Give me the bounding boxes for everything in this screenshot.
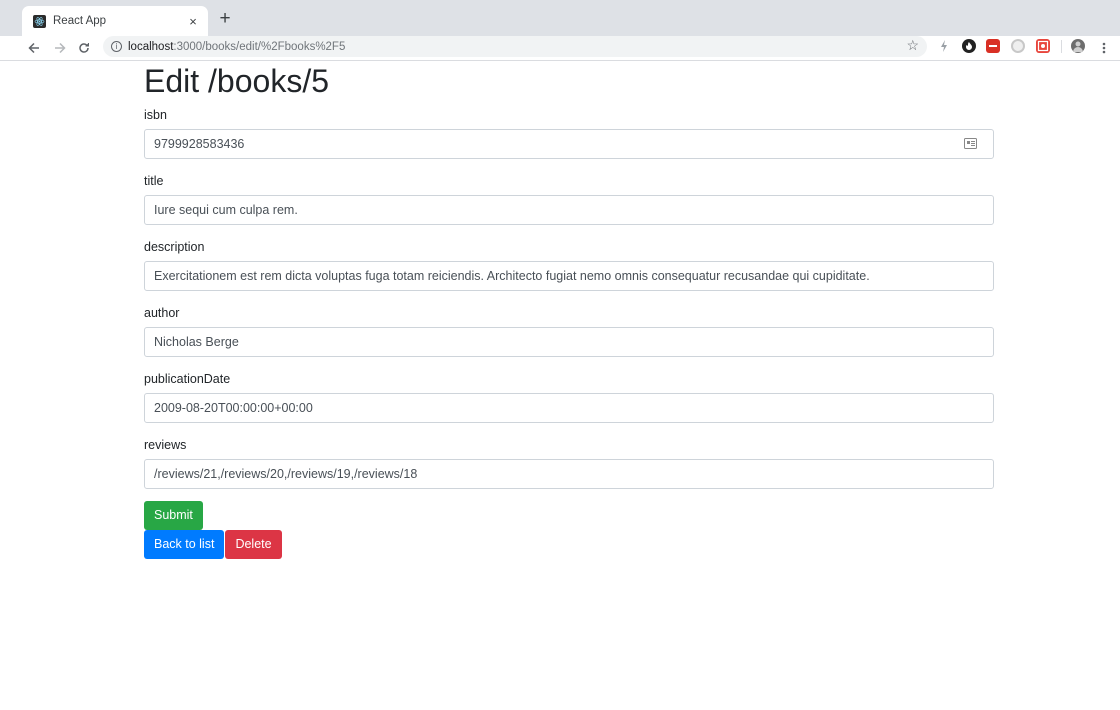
url-host: localhost [128,40,174,53]
url-path: :3000/books/edit/%2Fbooks%2F5 [173,40,346,53]
tab-close-icon[interactable]: × [186,15,200,28]
author-input[interactable] [144,327,994,357]
publication-date-input[interactable] [144,393,994,423]
tab-title: React App [53,15,107,27]
reviews-label: reviews [144,438,187,452]
title-field-group: title [144,174,994,225]
photo-extension-icon[interactable] [1036,39,1050,53]
red-extension-icon[interactable] [986,39,1000,53]
toolbar-divider [1061,40,1062,53]
publication-date-field-group: publicationDate [144,372,994,423]
autofill-card-icon[interactable] [964,138,977,149]
profile-avatar[interactable] [1071,39,1085,53]
description-field-group: description [144,240,994,291]
bolt-extension-icon[interactable] [937,39,951,53]
reviews-field-group: reviews [144,438,994,489]
new-tab-button[interactable]: + [218,9,232,28]
author-field-group: author [144,306,994,357]
browser-toolbar: i localhost:3000/books/edit/%2Fbooks%2F5… [0,36,1120,61]
info-icon[interactable]: i [111,41,122,52]
reviews-input[interactable] [144,459,994,489]
bookmark-star-icon[interactable]: ☆ [906,37,919,54]
description-label: description [144,240,205,254]
title-input[interactable] [144,195,994,225]
page-title: Edit /books/5 [144,63,329,99]
fire-extension-icon[interactable] [962,39,976,53]
publication-date-label: publicationDate [144,372,231,386]
isbn-label: isbn [144,108,167,122]
description-input[interactable] [144,261,994,291]
isbn-field-group: isbn [144,108,994,159]
circle-extension-icon[interactable] [1011,39,1025,53]
title-label: title [144,174,164,188]
address-bar[interactable]: i localhost:3000/books/edit/%2Fbooks%2F5… [103,36,927,57]
delete-button[interactable]: Delete [225,530,282,559]
react-favicon-icon [33,14,46,28]
isbn-input[interactable] [144,129,994,159]
menu-kebab-icon[interactable] [1094,38,1114,58]
back-to-list-button[interactable]: Back to list [144,530,225,559]
forward-arrow-icon[interactable] [50,38,70,58]
author-label: author [144,306,180,320]
back-arrow-icon[interactable] [24,38,44,58]
reload-icon[interactable] [74,38,94,58]
submit-button[interactable]: Submit [144,501,203,530]
browser-tab[interactable]: React App × [22,6,208,36]
tab-strip: React App × + [0,0,1120,36]
edit-form-container: Edit /books/5 isbn title description aut… [144,61,994,559]
